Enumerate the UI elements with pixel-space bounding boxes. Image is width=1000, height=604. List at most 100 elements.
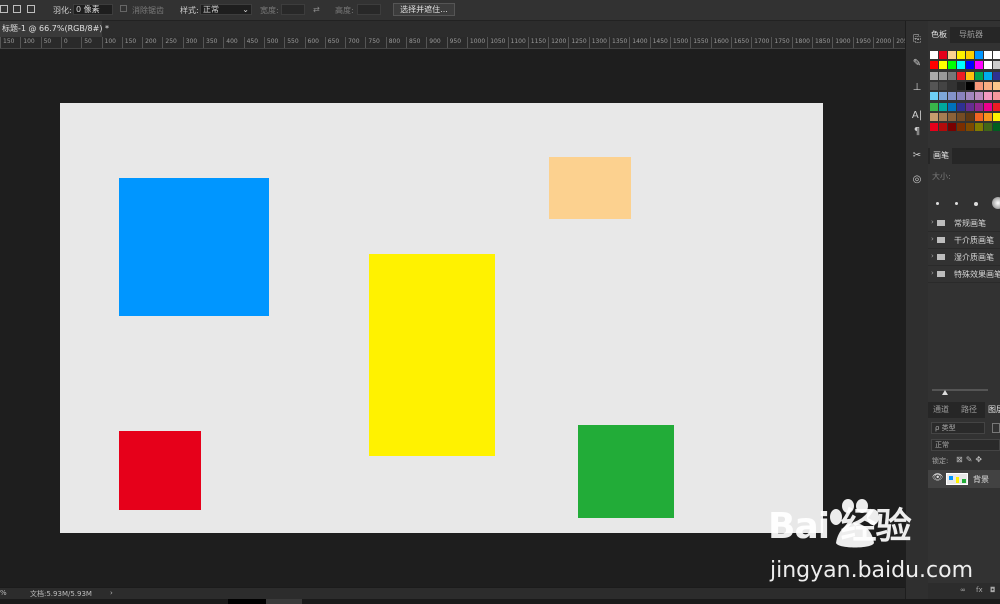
list-item[interactable]: › 干介质画笔 bbox=[928, 232, 1000, 249]
color-swatch[interactable] bbox=[957, 71, 965, 80]
color-swatch[interactable] bbox=[993, 92, 1000, 101]
color-swatch[interactable] bbox=[993, 81, 1000, 90]
color-swatch[interactable] bbox=[957, 112, 965, 121]
list-item[interactable]: › 湿介质画笔 bbox=[928, 249, 1000, 266]
color-swatch[interactable] bbox=[975, 51, 983, 59]
color-swatch[interactable] bbox=[930, 71, 938, 80]
color-swatch[interactable] bbox=[930, 102, 938, 111]
color-swatch[interactable] bbox=[975, 71, 983, 80]
zoom-readout[interactable]: % bbox=[0, 589, 7, 597]
fx-icon[interactable]: fx bbox=[976, 586, 983, 594]
mask-icon[interactable]: ◘ bbox=[990, 586, 996, 594]
color-swatch[interactable] bbox=[957, 123, 965, 132]
color-swatch[interactable] bbox=[939, 51, 947, 59]
color-swatch[interactable] bbox=[984, 71, 992, 80]
tab-brush[interactable]: 画笔 bbox=[930, 148, 952, 164]
subtract-selection-icon[interactable] bbox=[27, 5, 35, 13]
color-swatch[interactable] bbox=[984, 102, 992, 111]
list-item[interactable]: › 特殊效果画笔 bbox=[928, 266, 1000, 283]
color-swatch[interactable] bbox=[957, 81, 965, 90]
brush-settings-icon[interactable]: ✎ bbox=[910, 57, 924, 71]
color-swatch[interactable] bbox=[966, 123, 974, 132]
color-swatch[interactable] bbox=[984, 81, 992, 90]
character-icon[interactable]: A| bbox=[910, 109, 924, 123]
tab-layers[interactable]: 图层 bbox=[985, 402, 1000, 418]
color-swatch[interactable] bbox=[939, 92, 947, 101]
clone-source-icon[interactable]: ⊥ bbox=[910, 81, 924, 95]
history-icon[interactable]: ⎘ bbox=[910, 33, 924, 47]
color-swatch[interactable] bbox=[975, 92, 983, 101]
color-swatch[interactable] bbox=[993, 71, 1000, 80]
brush-tip[interactable] bbox=[955, 202, 958, 205]
color-swatch[interactable] bbox=[948, 51, 956, 59]
antialias-checkbox[interactable] bbox=[120, 5, 127, 12]
status-menu-arrow[interactable]: › bbox=[110, 589, 113, 597]
color-swatch[interactable] bbox=[939, 61, 947, 70]
color-swatch[interactable] bbox=[975, 123, 983, 132]
tab-swatches[interactable]: 色板 bbox=[928, 27, 950, 43]
color-swatch[interactable] bbox=[948, 102, 956, 111]
blend-mode-select[interactable]: 正常 bbox=[931, 439, 1000, 451]
color-swatch[interactable] bbox=[957, 61, 965, 70]
layer-filter-select[interactable]: ρ 类型 bbox=[931, 422, 985, 434]
color-swatch[interactable] bbox=[948, 92, 956, 101]
brush-size-slider-track[interactable] bbox=[932, 389, 988, 391]
color-swatch[interactable] bbox=[930, 112, 938, 121]
feather-input[interactable]: 0 像素 bbox=[73, 4, 113, 15]
color-swatch[interactable] bbox=[930, 51, 938, 59]
document-tab[interactable]: 标题-1 @ 66.7%(RGB/8#) * bbox=[0, 21, 109, 37]
color-swatch[interactable] bbox=[984, 51, 992, 59]
color-swatch[interactable] bbox=[984, 123, 992, 132]
document-canvas[interactable] bbox=[60, 103, 823, 533]
list-item[interactable]: › 常规画笔 bbox=[928, 215, 1000, 232]
color-swatch[interactable] bbox=[930, 61, 938, 70]
color-swatch[interactable] bbox=[975, 61, 983, 70]
add-selection-icon[interactable] bbox=[13, 5, 21, 13]
color-swatch[interactable] bbox=[930, 123, 938, 132]
color-swatch[interactable] bbox=[975, 102, 983, 111]
color-swatch[interactable] bbox=[984, 92, 992, 101]
height-input[interactable] bbox=[357, 4, 381, 15]
color-swatch[interactable] bbox=[993, 123, 1000, 132]
color-swatch[interactable] bbox=[984, 112, 992, 121]
color-swatch[interactable] bbox=[939, 102, 947, 111]
color-swatch[interactable] bbox=[975, 81, 983, 90]
color-swatch[interactable] bbox=[966, 102, 974, 111]
color-swatch[interactable] bbox=[966, 112, 974, 121]
brush-tip[interactable] bbox=[936, 202, 939, 205]
color-swatch[interactable] bbox=[948, 123, 956, 132]
color-swatch[interactable] bbox=[966, 81, 974, 90]
color-swatch[interactable] bbox=[966, 61, 974, 70]
color-swatch[interactable] bbox=[993, 51, 1000, 59]
color-swatch[interactable] bbox=[930, 92, 938, 101]
color-swatch[interactable] bbox=[939, 112, 947, 121]
layer-row[interactable]: 👁 背景 bbox=[928, 470, 1000, 488]
eye-icon[interactable]: 👁 bbox=[932, 473, 943, 483]
color-swatch[interactable] bbox=[957, 51, 965, 59]
tab-channels[interactable]: 通道 bbox=[930, 402, 952, 418]
swatch-grid[interactable] bbox=[930, 51, 1000, 133]
swap-icon[interactable]: ⇄ bbox=[313, 5, 320, 14]
color-swatch[interactable] bbox=[966, 71, 974, 80]
color-swatch[interactable] bbox=[939, 123, 947, 132]
link-icon[interactable]: ∞ bbox=[960, 586, 966, 594]
style-select[interactable]: 正常 ⌄ bbox=[200, 4, 252, 15]
select-and-mask-button[interactable]: 选择并遮住... bbox=[393, 3, 455, 16]
color-swatch[interactable] bbox=[948, 71, 956, 80]
lock-icons[interactable]: ⊠✎✥ bbox=[956, 455, 985, 464]
color-swatch[interactable] bbox=[939, 71, 947, 80]
color-swatch[interactable] bbox=[966, 51, 974, 59]
tab-paths[interactable]: 路径 bbox=[958, 402, 980, 418]
color-swatch[interactable] bbox=[993, 112, 1000, 121]
color-swatch[interactable] bbox=[966, 92, 974, 101]
color-swatch[interactable] bbox=[939, 81, 947, 90]
color-swatch[interactable] bbox=[930, 81, 938, 90]
color-swatch[interactable] bbox=[957, 92, 965, 101]
brush-tip[interactable] bbox=[992, 197, 1000, 209]
color-swatch[interactable] bbox=[993, 61, 1000, 70]
new-selection-icon[interactable] bbox=[0, 5, 8, 13]
color-swatch[interactable] bbox=[984, 61, 992, 70]
libraries-icon[interactable]: ◎ bbox=[910, 173, 924, 187]
tool-presets-icon[interactable]: ✂ bbox=[910, 149, 924, 163]
brush-tip[interactable] bbox=[974, 202, 978, 206]
